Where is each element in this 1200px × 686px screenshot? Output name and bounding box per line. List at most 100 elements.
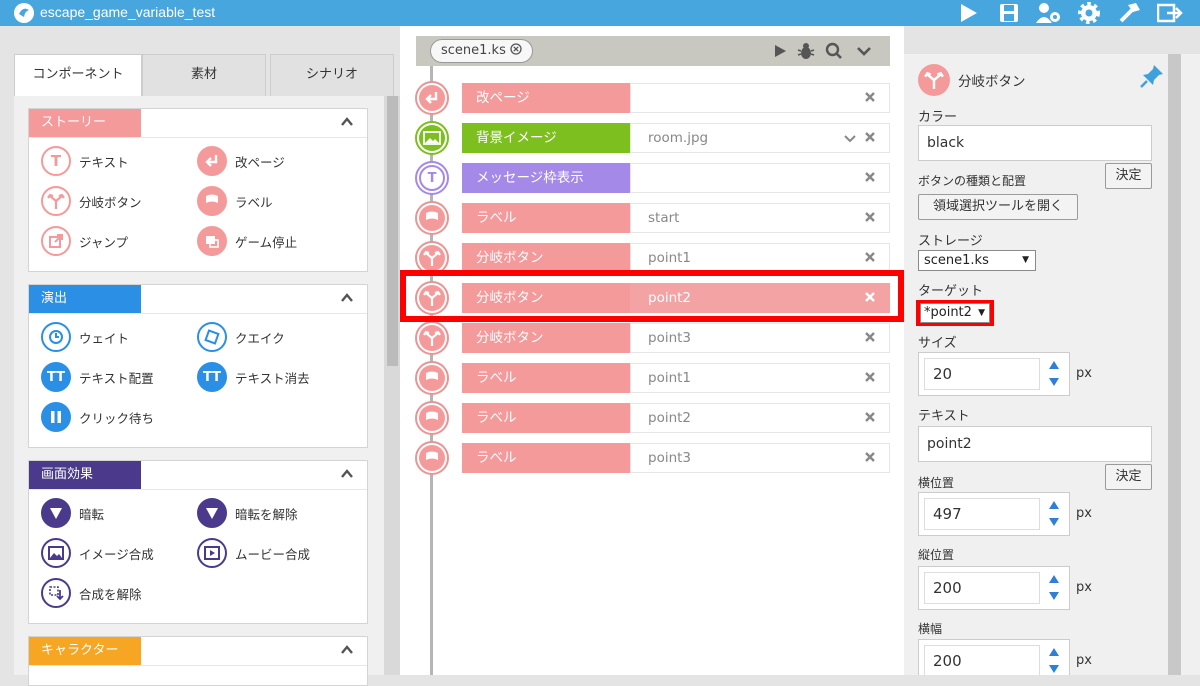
scenario-editor: scene1.ks 改ページ 背景イメージ room.jpg T メッセージ枠表… [400,26,904,675]
close-circle-icon[interactable] [510,43,522,55]
delete-x-icon[interactable] [864,251,876,263]
row-node [415,121,449,155]
scenario-row[interactable]: 改ページ [414,81,890,115]
text-decide-button[interactable]: 決定 [1105,464,1152,490]
chevron-down-icon[interactable] [854,41,874,61]
bug-icon[interactable] [796,41,816,61]
tab-components[interactable]: コンポーネント [14,54,142,96]
section-character-header[interactable]: キャラクター [29,637,367,666]
component-layer-off[interactable]: 合成を解除 [41,577,142,609]
component-game-stop[interactable]: ゲーム停止 [197,225,297,257]
hammer-icon[interactable] [1116,0,1144,26]
delete-x-icon[interactable] [864,411,876,423]
app-logo-icon [14,3,34,23]
section-story-header[interactable]: ストーリー [29,109,367,138]
gear-icon[interactable] [1075,0,1103,26]
export-icon[interactable] [1156,0,1184,26]
scenario-row[interactable]: ラベル point1 [414,361,890,395]
x-position-input[interactable]: 497 [924,498,1040,530]
component-image-layer[interactable]: イメージ合成 [41,537,154,569]
row-value[interactable]: point2 [630,403,890,433]
section-effect-header[interactable]: 演出 [29,285,367,314]
row-value[interactable]: point3 [630,443,890,473]
delete-x-icon[interactable] [864,131,876,143]
left-scrollbar[interactable] [384,96,400,675]
scenario-row[interactable]: 背景イメージ room.jpg [414,121,890,155]
component-jump[interactable]: ジャンプ [41,225,128,257]
x-position-stepper[interactable]: 497 [918,492,1070,536]
chevron-up-icon[interactable] [341,644,353,656]
play-icon[interactable] [954,0,982,26]
component-wait[interactable]: ウェイト [41,321,129,353]
user-settings-icon[interactable] [1034,0,1062,26]
component-text-position[interactable]: TT テキスト配置 [41,361,154,393]
delete-x-icon[interactable] [864,171,876,183]
scenario-row[interactable]: 分岐ボタン point1 [414,241,890,275]
right-scrollbar[interactable] [1168,54,1200,675]
delete-x-icon[interactable] [864,91,876,103]
delete-x-icon[interactable] [864,451,876,463]
increment-icon[interactable] [1047,358,1061,372]
preview-play-icon[interactable] [770,41,790,61]
row-value[interactable] [630,83,890,113]
text-input[interactable]: point2 [918,426,1152,462]
scenario-row[interactable]: 分岐ボタン point3 [414,321,890,355]
delete-x-icon[interactable] [864,331,876,343]
delete-x-icon[interactable] [864,211,876,223]
component-click-wait[interactable]: クリック待ち [41,401,154,433]
component-text-clear[interactable]: TT テキスト消去 [197,361,310,393]
tab-assets[interactable]: 素材 [142,54,266,96]
increment-icon[interactable] [1047,498,1061,512]
chevron-up-icon[interactable] [341,292,353,304]
size-input[interactable]: 20 [924,358,1040,390]
width-stepper[interactable]: 200 [918,639,1070,676]
scenario-row[interactable]: ラベル point2 [414,401,890,435]
component-quake[interactable]: クエイク [197,321,285,353]
pin-icon[interactable] [1138,62,1166,90]
y-position-stepper[interactable]: 200 [918,566,1070,610]
width-label: 横幅 [918,622,943,636]
row-value[interactable]: point3 [630,323,890,353]
left-scroll-thumb[interactable] [387,96,398,366]
decrement-icon[interactable] [1047,662,1061,676]
color-input[interactable]: black [918,125,1152,161]
row-value[interactable]: point1 [630,243,890,273]
tab-scenario[interactable]: シナリオ [270,54,394,96]
scenario-row[interactable]: ラベル point3 [414,441,890,475]
right-scroll-thumb[interactable] [1168,54,1181,675]
row-value[interactable]: start [630,203,890,233]
component-page-break[interactable]: 改ページ [197,145,285,177]
increment-icon[interactable] [1047,645,1061,659]
y-position-input[interactable]: 200 [924,572,1040,604]
section-screen-header[interactable]: 画面効果 [29,461,367,490]
component-text[interactable]: T テキスト [41,145,129,177]
scenario-row[interactable]: ラベル start [414,201,890,235]
delete-x-icon[interactable] [864,371,876,383]
decrement-icon[interactable] [1047,375,1061,389]
component-branch-button[interactable]: 分岐ボタン [41,185,142,217]
storage-select[interactable]: scene1.ks ▼ [918,250,1036,271]
scenario-row[interactable]: T メッセージ枠表示 [414,161,890,195]
target-select[interactable]: *point2 ▼ [920,303,990,323]
search-icon[interactable] [824,41,844,61]
width-input[interactable]: 200 [924,645,1040,676]
chevron-up-icon[interactable] [341,468,353,480]
component-movie-layer[interactable]: ムービー合成 [197,537,310,569]
app-title: escape_game_variable_test [40,4,216,20]
decrement-icon[interactable] [1047,515,1061,529]
component-label[interactable]: ラベル [197,185,273,217]
decrement-icon[interactable] [1047,589,1061,603]
region-select-tool-button[interactable]: 領域選択ツールを開く [918,194,1078,220]
scene-tab[interactable]: scene1.ks [430,39,534,63]
size-stepper[interactable]: 20 [918,352,1070,396]
component-mask[interactable]: 暗転 [41,497,104,529]
chevron-up-icon[interactable] [341,116,353,128]
chevron-down-icon[interactable] [844,132,856,144]
increment-icon[interactable] [1047,572,1061,586]
save-icon[interactable] [995,0,1023,26]
title-bar: escape_game_variable_test [0,0,1200,26]
component-mask-off[interactable]: 暗転を解除 [197,497,298,529]
row-value[interactable] [630,163,890,193]
row-value[interactable]: point1 [630,363,890,393]
color-decide-button[interactable]: 決定 [1105,163,1152,189]
